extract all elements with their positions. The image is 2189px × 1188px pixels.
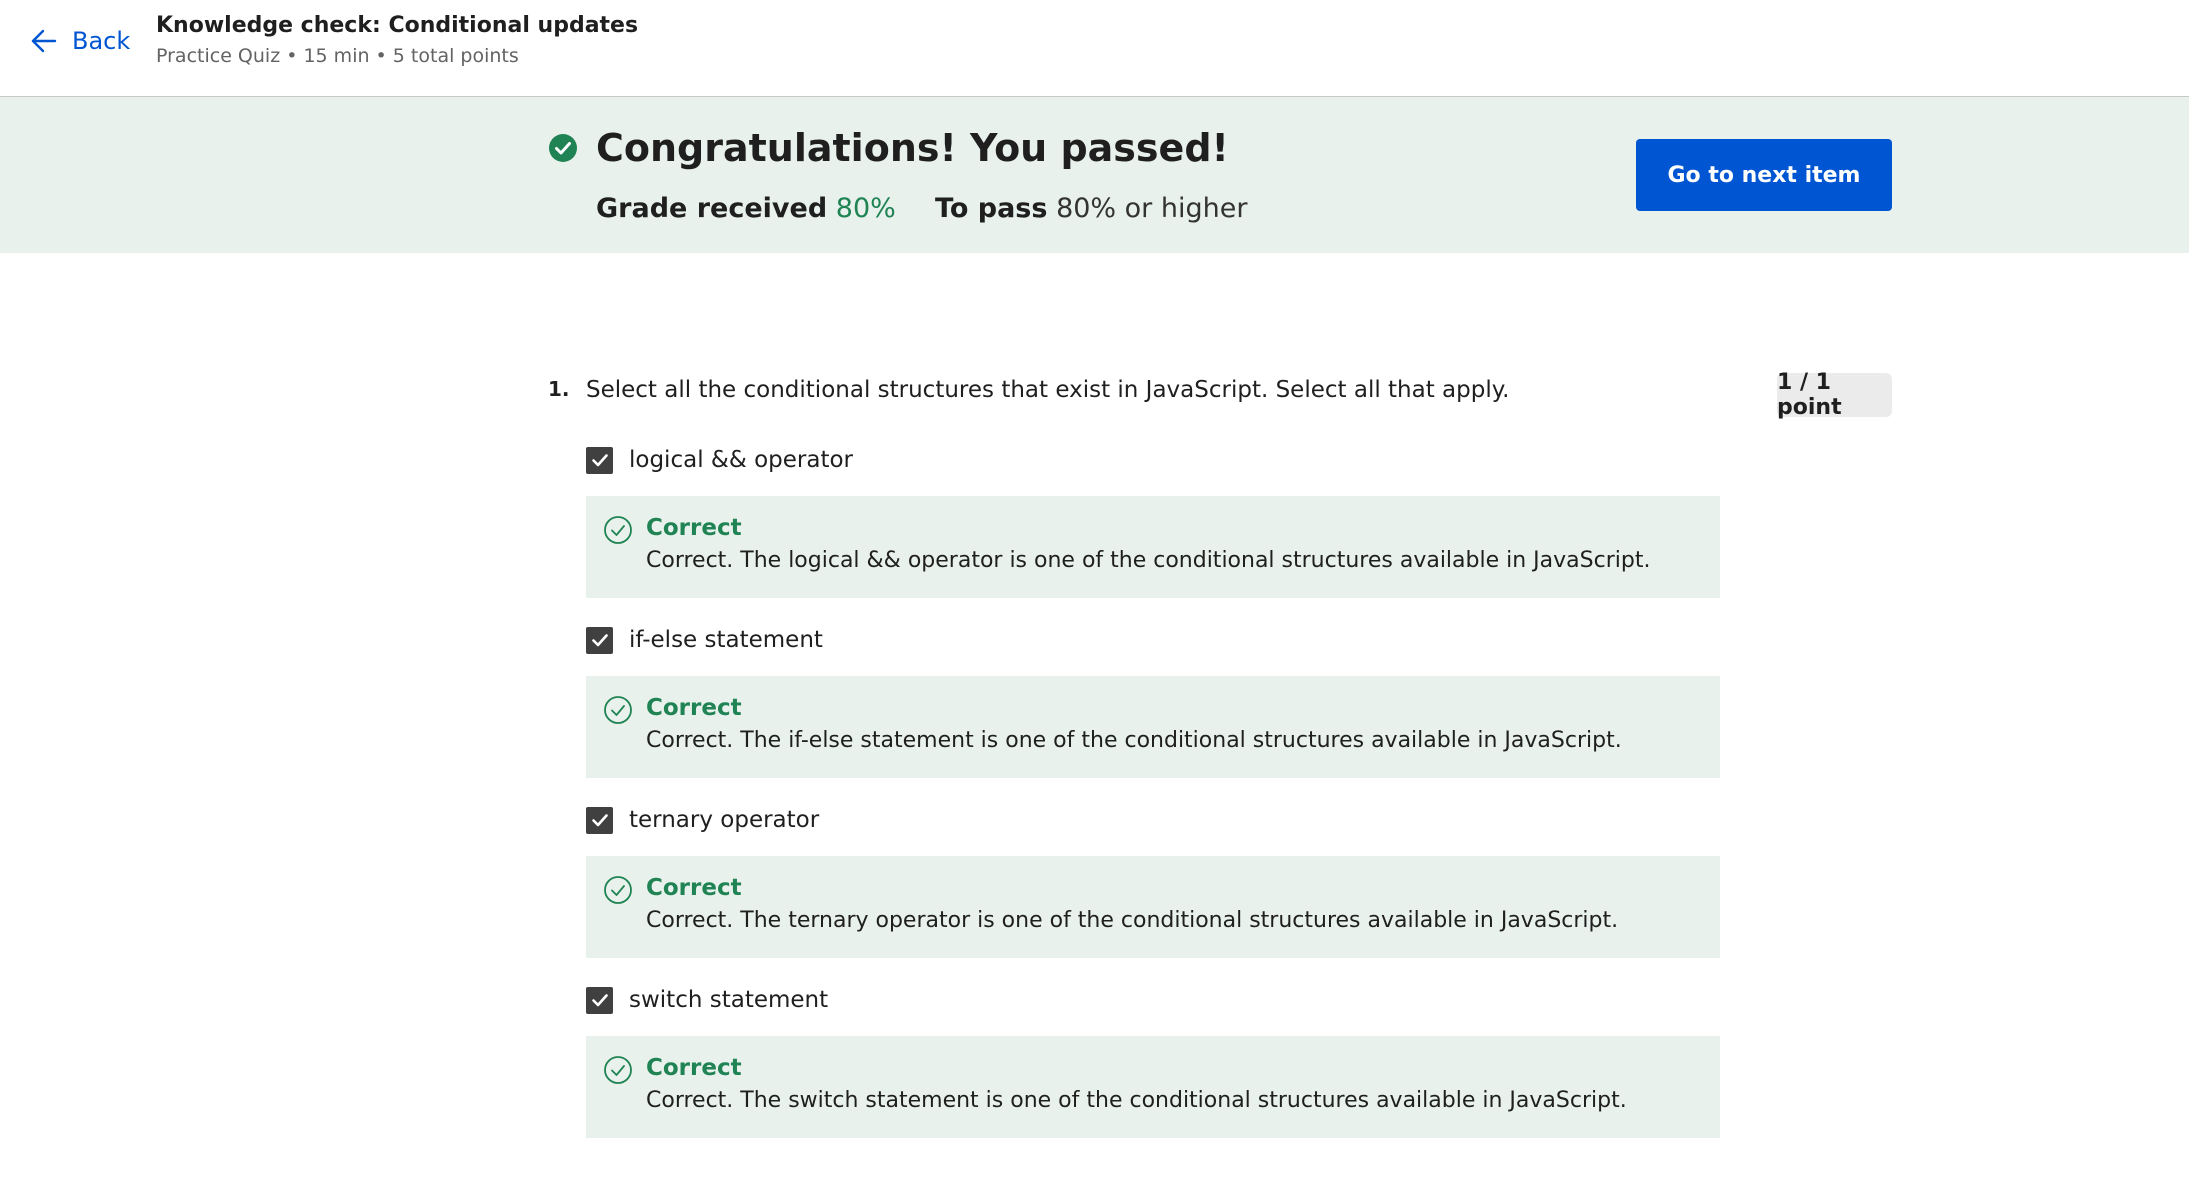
check-circle-outline-icon xyxy=(603,695,633,725)
feedback-panel: Correct Correct. The logical && operator… xyxy=(586,496,1720,598)
option-label: logical && operator xyxy=(629,447,853,473)
checkmark-icon xyxy=(591,814,608,827)
quiz-title: Knowledge check: Conditional updates xyxy=(156,13,639,38)
points-badge: 1 / 1 point xyxy=(1777,370,1892,420)
feedback-text: Correct. The ternary operator is one of … xyxy=(646,908,1619,933)
pass-label: To pass xyxy=(934,193,1048,224)
checkbox-checked[interactable] xyxy=(586,446,613,474)
option-if-else[interactable]: if-else statement xyxy=(586,625,823,655)
grade-value: 80% xyxy=(835,193,896,224)
feedback-title: Correct xyxy=(646,1055,742,1081)
feedback-title: Correct xyxy=(646,515,742,541)
checkbox-checked[interactable] xyxy=(586,986,613,1014)
option-label: switch statement xyxy=(629,987,829,1013)
question-text: Select all the conditional structures th… xyxy=(586,377,1510,403)
pass-value: 80% or higher xyxy=(1056,193,1248,224)
checkmark-icon xyxy=(591,454,608,467)
feedback-text: Correct. The logical && operator is one … xyxy=(646,548,1651,573)
quiz-title-block: Knowledge check: Conditional updates Pra… xyxy=(156,11,638,69)
check-circle-outline-icon xyxy=(603,875,633,905)
checkbox-checked[interactable] xyxy=(586,806,613,834)
top-bar: Back Knowledge check: Conditional update… xyxy=(0,0,2189,97)
question-number: 1. xyxy=(548,377,570,401)
feedback-title: Correct xyxy=(646,875,742,901)
grade-label: Grade received xyxy=(596,193,828,224)
check-circle-outline-icon xyxy=(603,1055,633,1085)
go-to-next-item-button[interactable]: Go to next item xyxy=(1636,139,1892,211)
feedback-panel: Correct Correct. The switch statement is… xyxy=(586,1036,1720,1138)
check-circle-outline-icon xyxy=(603,515,633,545)
checkmark-icon xyxy=(591,994,608,1007)
check-circle-icon xyxy=(549,134,577,162)
checkbox-checked[interactable] xyxy=(586,626,613,654)
feedback-panel: Correct Correct. The ternary operator is… xyxy=(586,856,1720,958)
option-label: if-else statement xyxy=(629,627,823,653)
feedback-title: Correct xyxy=(646,695,742,721)
grade-summary: Grade received 80% To pass 80% or higher xyxy=(596,191,1247,227)
feedback-text: Correct. The switch statement is one of … xyxy=(646,1088,1627,1113)
option-ternary[interactable]: ternary operator xyxy=(586,805,819,835)
feedback-panel: Correct Correct. The if-else statement i… xyxy=(586,676,1720,778)
checkmark-icon xyxy=(591,634,608,647)
back-button[interactable]: Back xyxy=(30,26,130,56)
option-label: ternary operator xyxy=(629,807,820,833)
back-label: Back xyxy=(72,27,131,55)
option-switch[interactable]: switch statement xyxy=(586,985,828,1015)
arrow-left-icon xyxy=(30,27,58,55)
quiz-meta: Practice Quiz • 15 min • 5 total points xyxy=(156,45,519,67)
feedback-text: Correct. The if-else statement is one of… xyxy=(646,728,1622,753)
option-logical-and[interactable]: logical && operator xyxy=(586,445,853,475)
result-headline: Congratulations! You passed! xyxy=(596,126,1229,170)
